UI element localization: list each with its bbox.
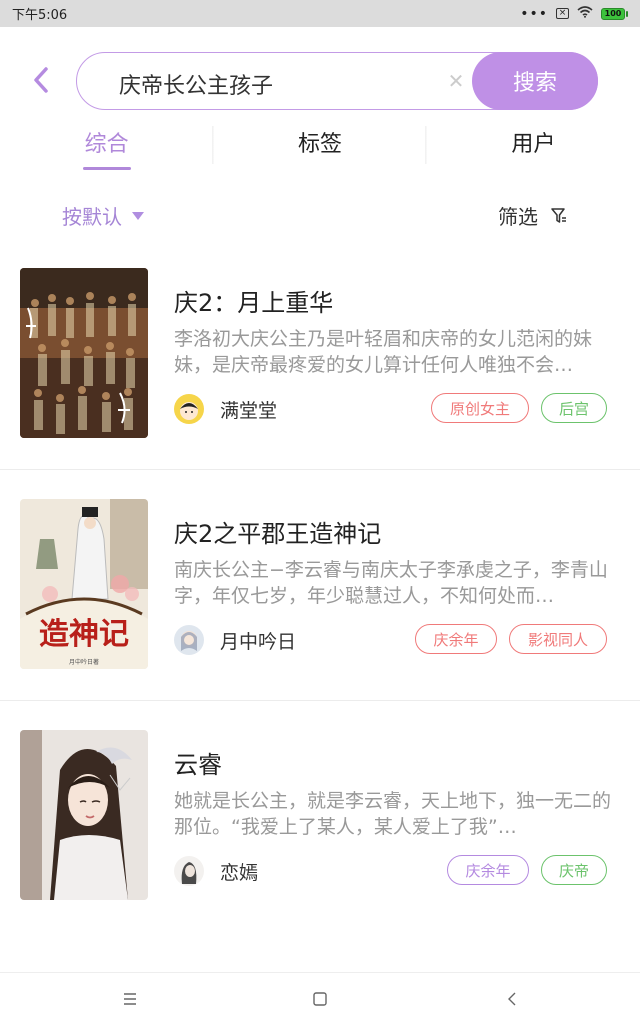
more-dots-icon: •••	[520, 5, 548, 22]
search-header: 庆帝长公主孩子 ✕ 搜索	[0, 50, 640, 112]
menu-icon	[124, 993, 136, 1005]
book-cover[interactable]	[20, 268, 148, 438]
status-bar: 下午5:06 ••• × 100	[0, 0, 640, 27]
book-tags: 原创女主 后宫	[431, 393, 607, 423]
search-input[interactable]: 庆帝长公主孩子	[119, 68, 273, 100]
notification-x-icon: ×	[556, 8, 569, 19]
author-name: 月中吟日	[220, 630, 297, 653]
tab-divider	[425, 126, 427, 164]
menu-button[interactable]	[119, 988, 141, 1010]
tag-chip[interactable]: 原创女主	[431, 393, 529, 423]
book-tags: 庆余年 影视同人	[415, 624, 607, 654]
tab-users[interactable]: 用户	[427, 116, 640, 172]
tag-chip[interactable]: 庆余年	[447, 855, 529, 885]
system-nav-bar	[0, 972, 640, 1024]
tab-label: 标签	[297, 132, 342, 157]
filter-button[interactable]: 筛选	[498, 201, 568, 230]
tab-bar: 综合 标签 用户	[0, 116, 640, 172]
tag-chip[interactable]: 庆余年	[415, 624, 497, 654]
book-cover[interactable]: 造神记 月中吟日著	[20, 499, 148, 669]
home-square-icon	[313, 992, 327, 1006]
tab-label: 用户	[511, 132, 556, 157]
book-description: 李洛初大庆公主乃是叶轻眉和庆帝的女儿范闲的妹妹，是庆帝最疼爱的女儿算计任何人唯独…	[174, 328, 593, 376]
search-button[interactable]: 搜索	[472, 52, 598, 110]
book-cover[interactable]	[20, 730, 148, 900]
tag-chip[interactable]: 庆帝	[541, 855, 607, 885]
svg-text:月中吟日著: 月中吟日著	[69, 658, 99, 666]
svg-text:造神记: 造神记	[39, 617, 129, 652]
divider	[0, 469, 640, 470]
battery-icon: 100	[601, 7, 628, 20]
tab-all[interactable]: 综合	[0, 116, 213, 172]
book-title[interactable]: 庆2之平郡王造神记	[174, 514, 381, 549]
caret-down-icon	[132, 211, 144, 220]
back-button[interactable]	[26, 64, 56, 96]
tab-divider	[212, 126, 214, 164]
avatar	[174, 625, 204, 655]
back-triangle-icon	[508, 992, 516, 1006]
back-nav-button[interactable]	[501, 988, 523, 1010]
clear-icon[interactable]: ✕	[445, 70, 467, 92]
tab-active-indicator	[82, 167, 131, 170]
book-title[interactable]: 庆2：月上重华	[174, 283, 333, 318]
book-author[interactable]: 满堂堂	[174, 394, 277, 424]
sort-label: 按默认	[62, 205, 122, 229]
chevron-left-icon	[34, 67, 48, 93]
book-item[interactable]: 云睿 她就是长公主，就是李云睿，天上地下，独一无二的那位。“我爱上了某人，某人爱…	[0, 730, 640, 960]
book-tags: 庆余年 庆帝	[447, 855, 607, 885]
book-author[interactable]: 月中吟日	[174, 625, 296, 655]
book-description: 南庆长公主−李云睿与南庆太子李承虔之子，李青山字，年仅七岁，年少聪慧过人，不知何…	[174, 559, 608, 607]
tag-chip[interactable]: 影视同人	[509, 624, 607, 654]
book-title[interactable]: 云睿	[174, 745, 222, 780]
divider	[0, 700, 640, 701]
tag-chip[interactable]: 后宫	[541, 393, 607, 423]
author-name: 恋嫣	[220, 861, 259, 884]
sort-dropdown[interactable]: 按默认	[62, 201, 144, 230]
avatar	[174, 856, 204, 886]
avatar	[174, 394, 204, 424]
tab-label: 综合	[84, 132, 129, 157]
home-button[interactable]	[309, 988, 331, 1010]
status-icons: ••• × 100	[520, 5, 628, 22]
tab-tags[interactable]: 标签	[213, 116, 426, 172]
author-name: 满堂堂	[220, 399, 278, 422]
filter-row: 按默认 筛选	[0, 196, 640, 232]
book-item[interactable]: 庆2：月上重华 李洛初大庆公主乃是叶轻眉和庆帝的女儿范闲的妹妹，是庆帝最疼爱的女…	[0, 268, 640, 498]
book-item[interactable]: 造神记 月中吟日著 庆2之平郡王造神记 南庆长公主−李云睿与南庆太子李承虔之子，…	[0, 499, 640, 729]
book-description: 她就是长公主，就是李云睿，天上地下，独一无二的那位。“我爱上了某人，某人爱上了我…	[174, 790, 612, 838]
battery-level: 100	[601, 7, 625, 20]
wifi-icon	[577, 5, 593, 22]
book-author[interactable]: 恋嫣	[174, 856, 258, 886]
search-box[interactable]: 庆帝长公主孩子 ✕ 搜索	[76, 52, 598, 110]
status-time: 下午5:06	[12, 8, 68, 23]
filter-label: 筛选	[498, 205, 538, 229]
funnel-icon	[551, 207, 566, 223]
